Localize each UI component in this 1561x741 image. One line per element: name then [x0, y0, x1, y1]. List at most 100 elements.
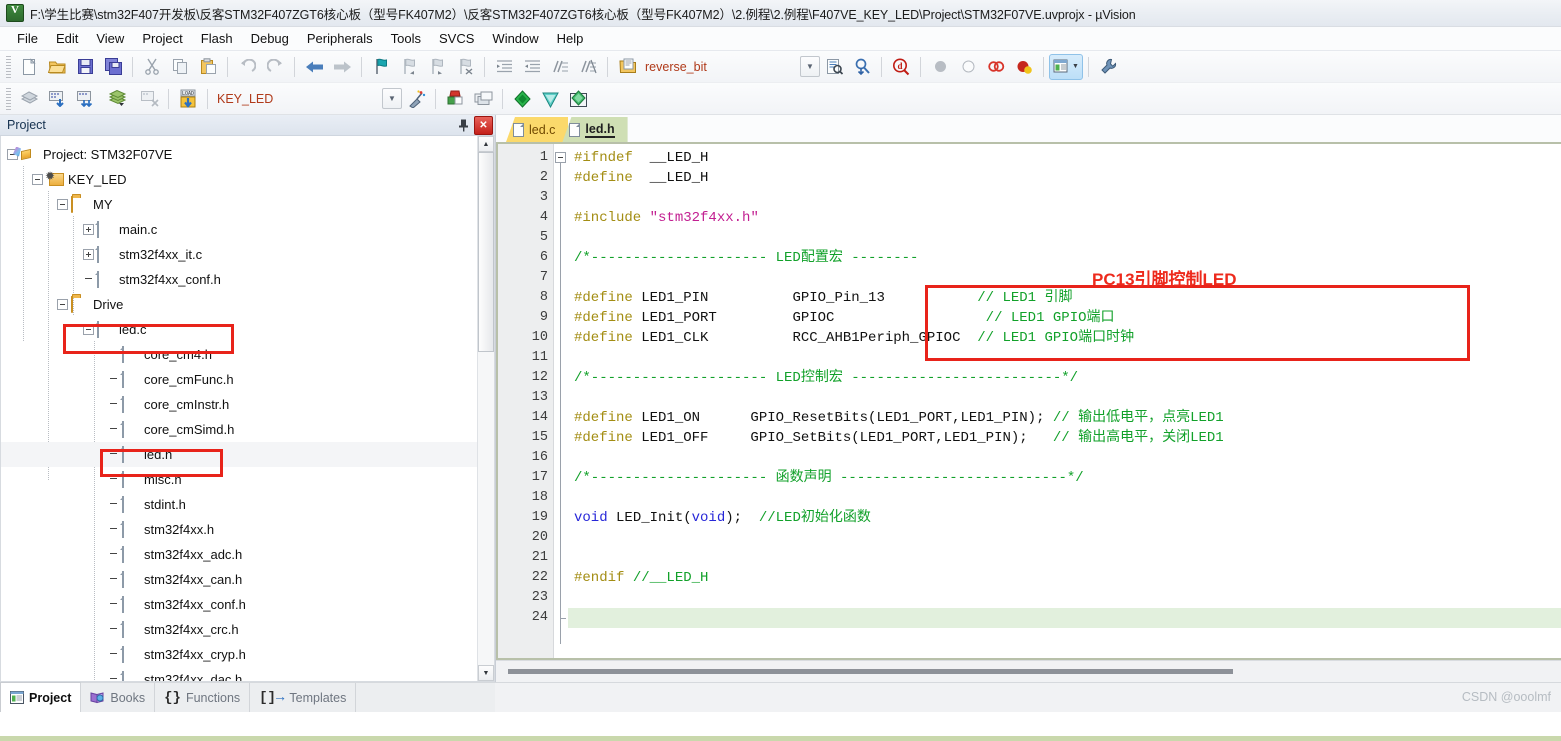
indent-left-icon[interactable]: [518, 54, 546, 80]
previous-bookmark-icon[interactable]: [395, 54, 423, 80]
chevron-down-icon[interactable]: ▼: [800, 56, 820, 77]
pack-installer-icon[interactable]: [508, 86, 536, 112]
scrollbar-thumb[interactable]: [478, 152, 494, 352]
debug-start-icon[interactable]: d: [887, 54, 915, 80]
tree-node-stm32f4xx-it-c[interactable]: stm32f4xx_it.c: [1, 242, 477, 267]
tree-toggle-icon[interactable]: [57, 199, 68, 210]
tree-node-project[interactable]: Project: STM32F07VE: [1, 142, 477, 167]
undo-icon[interactable]: [233, 54, 261, 80]
comment-icon[interactable]: [546, 54, 574, 80]
close-icon[interactable]: ✕: [474, 115, 493, 135]
kill-all-breakpoints-icon[interactable]: [982, 54, 1010, 80]
build-icon[interactable]: [43, 86, 71, 112]
fold-collapse-icon[interactable]: [555, 152, 566, 163]
batch-build-icon[interactable]: [99, 86, 135, 112]
save-all-icon[interactable]: [99, 54, 127, 80]
tree-node-stdint-h[interactable]: stdint.h: [1, 492, 477, 517]
tree-node-core-cm4-h[interactable]: core_cm4.h: [1, 342, 477, 367]
paste-icon[interactable]: [194, 54, 222, 80]
menu-view[interactable]: View: [87, 28, 133, 49]
manage-project-items-icon[interactable]: [441, 86, 469, 112]
multi-project-icon[interactable]: [469, 86, 497, 112]
tree-node-stm32f4xx-conf-h-2[interactable]: stm32f4xx_conf.h: [1, 592, 477, 617]
tree-node-core-cmsimd-h[interactable]: core_cmSimd.h: [1, 417, 477, 442]
menu-file[interactable]: File: [8, 28, 47, 49]
bottom-tab-templates[interactable]: [] → Templates: [250, 683, 357, 712]
target-combo[interactable]: KEY_LED ▼: [213, 88, 402, 109]
toolbar-grip[interactable]: [6, 55, 11, 78]
disable-breakpoint-icon[interactable]: [954, 54, 982, 80]
toolbar-grip[interactable]: [6, 87, 11, 110]
tree-toggle-icon[interactable]: [83, 249, 94, 260]
tree-node-target[interactable]: KEY_LED: [1, 167, 477, 192]
tree-node-stm32f4xx-cryp-h[interactable]: stm32f4xx_cryp.h: [1, 642, 477, 667]
project-tree[interactable]: Project: STM32F07VE KEY_LED MY main.c st…: [1, 136, 477, 681]
tree-node-group-my[interactable]: MY: [1, 192, 477, 217]
manage-run-time-icon[interactable]: [536, 86, 564, 112]
pin-icon[interactable]: [455, 117, 472, 134]
bottom-tab-project[interactable]: Project: [0, 682, 82, 712]
tree-node-led-c[interactable]: led.c: [1, 317, 477, 342]
scrollbar-thumb[interactable]: [508, 669, 1233, 674]
scroll-down-icon[interactable]: ▼: [478, 665, 494, 681]
cut-icon[interactable]: [138, 54, 166, 80]
tree-node-stm32f4xx-crc-h[interactable]: stm32f4xx_crc.h: [1, 617, 477, 642]
tab-led-c[interactable]: led.c: [506, 117, 569, 142]
bottom-tab-books[interactable]: Books: [81, 683, 156, 712]
tree-node-core-cmfunc-h[interactable]: core_cmFunc.h: [1, 367, 477, 392]
tree-node-led-h[interactable]: led.h: [1, 442, 477, 467]
tree-node-group-drive[interactable]: Drive: [1, 292, 477, 317]
tree-node-core-cminstr-h[interactable]: core_cmInstr.h: [1, 392, 477, 417]
tree-toggle-icon[interactable]: [57, 299, 68, 310]
copy-icon[interactable]: [166, 54, 194, 80]
chevron-down-icon[interactable]: ▼: [382, 88, 402, 109]
open-file-icon[interactable]: [43, 54, 71, 80]
code-editor[interactable]: 1 2 3 4 5 6 7 8 9 10 11 12 13 14 15 16 1…: [496, 142, 1561, 660]
menu-window[interactable]: Window: [483, 28, 547, 49]
configure-tools-icon[interactable]: [1094, 54, 1122, 80]
find-in-files-icon[interactable]: [613, 54, 641, 80]
tree-toggle-icon[interactable]: [83, 324, 94, 335]
toggle-bookmark-icon[interactable]: [367, 54, 395, 80]
tree-node-stm32f4xx-conf-h[interactable]: stm32f4xx_conf.h: [1, 267, 477, 292]
redo-icon[interactable]: [261, 54, 289, 80]
bottom-tab-functions[interactable]: {} Functions: [155, 683, 251, 712]
menu-debug[interactable]: Debug: [242, 28, 298, 49]
scrollbar-track[interactable]: [478, 352, 494, 665]
menu-flash[interactable]: Flash: [192, 28, 242, 49]
find-combo[interactable]: reverse_bit ▼: [641, 56, 820, 77]
insert-breakpoint-icon[interactable]: [926, 54, 954, 80]
indent-right-icon[interactable]: [490, 54, 518, 80]
menu-edit[interactable]: Edit: [47, 28, 87, 49]
tree-toggle-icon[interactable]: [32, 174, 43, 185]
tab-led-h[interactable]: led.h: [562, 117, 628, 142]
tree-toggle-icon[interactable]: [83, 224, 94, 235]
new-file-icon[interactable]: [15, 54, 43, 80]
incremental-find-icon[interactable]: [820, 54, 848, 80]
editor-horizontal-scrollbar[interactable]: [496, 660, 1561, 682]
stop-build-icon[interactable]: [135, 86, 163, 112]
disable-all-breakpoints-icon[interactable]: [1010, 54, 1038, 80]
tree-node-stm32f4xx-can-h[interactable]: stm32f4xx_can.h: [1, 567, 477, 592]
target-options-icon[interactable]: [402, 86, 430, 112]
menu-peripherals[interactable]: Peripherals: [298, 28, 382, 49]
code-fold-column[interactable]: [554, 144, 568, 658]
tree-node-misc-h[interactable]: misc.h: [1, 467, 477, 492]
navigate-back-icon[interactable]: [300, 54, 328, 80]
code-text-area[interactable]: #ifndef __LED_H #define __LED_H #include…: [568, 144, 1561, 658]
tree-node-stm32f4xx-dac-h[interactable]: stm32f4xx_dac.h: [1, 667, 477, 681]
save-icon[interactable]: [71, 54, 99, 80]
menu-help[interactable]: Help: [548, 28, 593, 49]
menu-svcs[interactable]: SVCS: [430, 28, 483, 49]
translate-icon[interactable]: [15, 86, 43, 112]
clear-bookmarks-icon[interactable]: [451, 54, 479, 80]
menu-tools[interactable]: Tools: [382, 28, 430, 49]
find-next-icon[interactable]: [848, 54, 876, 80]
uncomment-icon[interactable]: [574, 54, 602, 80]
rebuild-icon[interactable]: [71, 86, 99, 112]
manage-window-icon[interactable]: ▼: [1049, 53, 1083, 80]
tree-node-stm32f4xx-adc-h[interactable]: stm32f4xx_adc.h: [1, 542, 477, 567]
software-packs-icon[interactable]: [564, 86, 592, 112]
next-bookmark-icon[interactable]: [423, 54, 451, 80]
download-icon[interactable]: LOAD: [174, 86, 202, 112]
